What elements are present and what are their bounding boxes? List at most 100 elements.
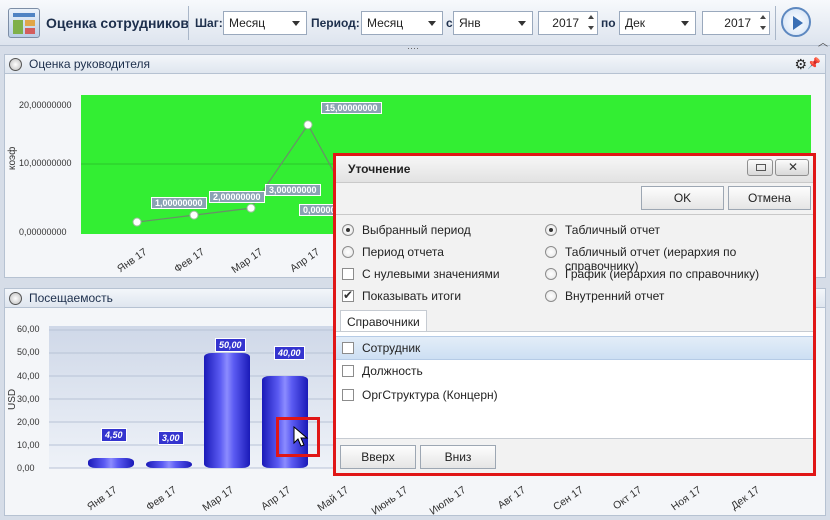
radio-table-report[interactable] [545, 224, 557, 236]
option-label: Табличный отчет [565, 223, 660, 237]
from-year-spinner[interactable]: 2017 [538, 11, 598, 35]
to-label: по [601, 16, 616, 30]
app-title: Оценка сотрудников [46, 15, 190, 31]
move-up-button[interactable]: Вверх [340, 445, 416, 469]
y-tick: 20,00000000 [19, 100, 72, 110]
panel-title: Оценка руководителя [29, 57, 150, 71]
cancel-button[interactable]: Отмена [728, 186, 811, 210]
list-item-checkbox[interactable] [342, 342, 354, 354]
panel-icon [9, 292, 22, 305]
radio-table-report-hierarchy[interactable] [545, 246, 557, 258]
y-axis-label: USD [7, 388, 18, 410]
period-label: Период: [311, 16, 360, 30]
option-label: Показывать итоги [362, 289, 462, 303]
move-down-button[interactable]: Вниз [420, 445, 496, 469]
close-icon: ✕ [788, 160, 799, 174]
list-item[interactable]: Сотрудник [336, 336, 813, 360]
list-item[interactable]: ОргСтруктура (Концерн) [336, 384, 813, 408]
period-value: Месяц [367, 16, 404, 30]
data-point[interactable] [132, 217, 142, 227]
bar-label: 3,00 [158, 431, 184, 445]
minimize-button[interactable] [747, 159, 773, 176]
step-label: Шаг: [195, 16, 223, 30]
spin-down-icon[interactable] [588, 26, 594, 30]
y-tick: 30,00 [17, 394, 40, 404]
toolbar: Оценка сотрудников Шаг: Месяц Период: Ме… [0, 0, 830, 49]
list-item-checkbox[interactable] [342, 389, 354, 401]
close-button[interactable]: ✕ [775, 159, 809, 176]
divider [336, 214, 813, 215]
chevron-down-icon [428, 21, 436, 26]
list-item[interactable]: Должность [336, 360, 813, 384]
data-label: 1,00000000 [151, 197, 207, 209]
to-month-value: Дек [625, 16, 646, 30]
spin-up-icon[interactable] [588, 15, 594, 19]
checkbox-zero-values[interactable] [342, 268, 354, 280]
gear-icon[interactable]: ⚙ [794, 56, 807, 73]
list-item-checkbox[interactable] [342, 365, 354, 377]
data-point[interactable] [189, 210, 199, 220]
bar-label: 40,00 [274, 346, 305, 360]
option-label: Внутренний отчет [565, 289, 665, 303]
data-label: 3,00000000 [265, 184, 321, 196]
to-year-spinner[interactable]: 2017 [702, 11, 770, 35]
y-axis-label: коэф [7, 146, 18, 170]
radio-selected-period[interactable] [342, 224, 354, 236]
bar-label: 50,00 [215, 338, 246, 352]
radio-chart-hierarchy[interactable] [545, 268, 557, 280]
bar[interactable] [204, 353, 250, 468]
panel-header-manager-rating: Оценка руководителя ⚙ 📌 [4, 54, 826, 74]
y-tick: 40,00 [17, 371, 40, 381]
step-value: Месяц [229, 16, 266, 30]
list-item-label: Должность [362, 364, 423, 378]
y-tick: 50,00 [17, 347, 40, 357]
radio-internal-report[interactable] [545, 290, 557, 302]
pin-icon[interactable]: 📌 [807, 57, 821, 70]
from-year-value: 2017 [552, 16, 579, 30]
panel-icon [9, 58, 22, 71]
spin-down-icon[interactable] [760, 26, 766, 30]
from-label: с [446, 16, 453, 30]
bar[interactable] [88, 457, 134, 468]
ok-button[interactable]: OK [641, 186, 724, 210]
toolbar-separator [188, 6, 189, 40]
run-button[interactable] [781, 7, 811, 37]
y-tick: 0,00000000 [19, 227, 67, 237]
step-select[interactable]: Месяц [223, 11, 307, 35]
checkbox-show-totals[interactable] [342, 288, 354, 302]
toolbar-separator [775, 6, 776, 40]
chevron-down-icon [292, 21, 300, 26]
period-select[interactable]: Месяц [361, 11, 443, 35]
chevron-down-icon [518, 21, 526, 26]
radio-report-period[interactable] [342, 246, 354, 258]
to-month-select[interactable]: Дек [619, 11, 696, 35]
list-item-label: ОргСтруктура (Концерн) [362, 388, 498, 402]
spin-up-icon[interactable] [760, 15, 766, 19]
data-point[interactable] [303, 120, 313, 130]
divider [336, 182, 813, 183]
from-month-select[interactable]: Янв [453, 11, 533, 35]
splitter-grip[interactable]: ···· [393, 44, 433, 53]
option-label: Период отчета [362, 245, 444, 259]
from-month-value: Янв [459, 16, 481, 30]
to-year-value: 2017 [724, 16, 751, 30]
data-label: 2,00000000 [209, 191, 265, 203]
data-point[interactable] [246, 203, 256, 213]
option-label: С нулевыми значениями [362, 267, 500, 281]
y-tick: 10,00 [17, 440, 40, 450]
directories-list: Сотрудник Должность ОргСтруктура (Концер… [336, 331, 813, 439]
chevron-down-icon [681, 21, 689, 26]
y-tick: 60,00 [17, 324, 40, 334]
option-label: Выбранный период [362, 223, 471, 237]
collapse-icon[interactable]: ︿ [818, 34, 828, 49]
app-icon [8, 8, 40, 38]
y-tick: 0,00 [17, 463, 35, 473]
bar-label: 4,50 [101, 428, 127, 442]
mouse-cursor-icon [293, 426, 309, 447]
option-label: График (иерархия по справочнику) [565, 267, 760, 281]
tab-directories[interactable]: Справочники [340, 310, 427, 332]
dialog-title: Уточнение [336, 156, 813, 182]
bar[interactable] [146, 461, 192, 468]
y-tick: 20,00 [17, 417, 40, 427]
restore-icon [756, 164, 766, 171]
